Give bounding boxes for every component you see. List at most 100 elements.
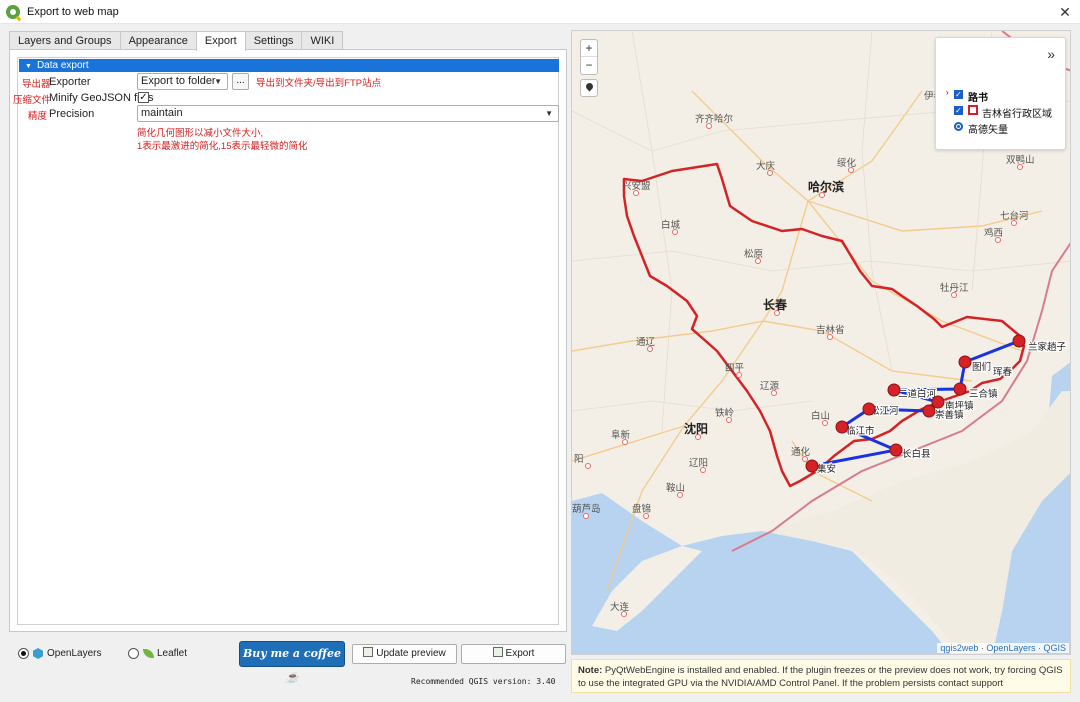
exporter-value: Export to folder: [141, 75, 216, 87]
data-export-group[interactable]: ▼ Data export: [19, 59, 559, 72]
collapse-icon[interactable]: »: [1047, 46, 1055, 62]
route-stop-marker: [1012, 334, 1026, 348]
tab-settings[interactable]: Settings: [244, 31, 303, 50]
precision-hint-line1: 简化几何图形以减小文件大小,: [137, 128, 264, 139]
tab-layers-and-groups[interactable]: Layers and Groups: [9, 31, 121, 50]
city-label: 鸡西: [984, 227, 1003, 239]
layer-jilin-label: 吉林省行政区域: [982, 109, 1052, 120]
attribution-separator: ·: [1037, 643, 1041, 653]
route-stop-marker: [805, 459, 819, 473]
city-label: 大连: [610, 601, 630, 613]
city-label: 葫芦岛: [572, 503, 601, 515]
city-dot: [585, 463, 591, 469]
buy-me-a-coffee-button[interactable]: Buy me a coffee ☕: [239, 641, 345, 684]
export-icon: [492, 647, 503, 657]
recommended-version: Recommended QGIS version: 3.40: [411, 677, 556, 686]
route-stop-label: 三合镇: [969, 388, 998, 400]
attribution-qgis2web[interactable]: qgis2web: [940, 643, 978, 653]
city-label: 兴安盟: [622, 180, 651, 192]
route-stop-label: 集安: [817, 463, 836, 475]
route-stop-label: 图们: [972, 361, 991, 373]
route-stop-marker: [922, 404, 936, 418]
zoom-control: + −: [580, 39, 598, 75]
update-preview-button[interactable]: Update preview: [352, 644, 457, 664]
precision-zh-label: 精度: [28, 111, 48, 122]
precision-label: Precision: [49, 108, 95, 120]
route-stop-marker: [862, 402, 876, 416]
exporter-dropdown[interactable]: Export to folder ▼: [137, 73, 228, 90]
layer-roadbook-checkbox[interactable]: ✓: [954, 90, 963, 99]
precision-hint-line2: 1表示最激进的简化,15表示最轻微的简化: [137, 141, 308, 152]
zoom-out-button[interactable]: −: [581, 57, 597, 74]
attribution-qgis[interactable]: QGIS: [1043, 643, 1066, 653]
layer-roadbook-label: 路书: [968, 93, 988, 104]
location-pin-icon: [584, 81, 595, 92]
city-label: 吉林省: [816, 324, 845, 336]
layer-jilin-checkbox[interactable]: ✓: [954, 106, 963, 115]
group-title: Data export: [36, 60, 89, 71]
precision-value: maintain: [141, 107, 183, 119]
export-label: Export: [505, 648, 535, 659]
city-label: 哈尔滨: [808, 179, 844, 194]
update-preview-label: Update preview: [376, 648, 446, 659]
minify-checkbox[interactable]: ✓: [138, 92, 149, 103]
city-label: 绥化: [837, 157, 857, 169]
route-stop-marker: [953, 382, 967, 396]
zoom-in-button[interactable]: +: [581, 40, 597, 57]
settings-tree: ▼ Data export 导出器 Exporter Export to fold…: [13, 57, 559, 625]
precision-dropdown[interactable]: maintain ▼: [137, 105, 559, 122]
city-label: 白山: [811, 410, 830, 422]
city-label: 长春: [763, 297, 788, 312]
exporter-hint: 导出到文件夹/导出到FTP站点: [256, 78, 382, 89]
minify-zh-label: 压缩文件: [13, 95, 52, 106]
city-label: 松原: [744, 248, 763, 260]
city-label: 白城: [661, 219, 681, 231]
route-stop-label: 临江市: [846, 425, 875, 437]
layer-gaode-radio[interactable]: [954, 122, 963, 131]
openlayers-radio[interactable]: [18, 648, 29, 659]
exporter-zh-label: 导出器: [22, 79, 51, 90]
city-label: 通辽: [636, 336, 656, 348]
route-stop-label: 珲春: [993, 366, 1013, 378]
layer-jilin-swatch: [968, 105, 978, 115]
expand-chevron-icon[interactable]: ›: [946, 88, 949, 97]
map-attribution: qgis2web · OpenLayers · QGIS: [937, 643, 1069, 653]
tab-wiki[interactable]: WIKI: [301, 31, 344, 50]
geolocate-button[interactable]: [580, 79, 598, 97]
leaflet-icon: [143, 649, 154, 658]
note-text: PyQtWebEngine is installed and enabled. …: [578, 665, 1063, 689]
route-stop-label: 长白县: [902, 448, 931, 460]
tab-export[interactable]: Export: [195, 31, 246, 51]
city-label: 辽阳: [689, 457, 708, 469]
collapse-triangle-icon: ▼: [25, 63, 32, 70]
leaflet-radio[interactable]: [128, 648, 139, 659]
route-stop-label: 崇善镇: [935, 409, 964, 421]
tab-appearance[interactable]: Appearance: [119, 31, 197, 50]
export-tab-panel: ▼ Data export 导出器 Exporter Export to fold…: [9, 49, 567, 632]
route-stop-marker: [889, 443, 903, 457]
exporter-label: Exporter: [49, 76, 91, 88]
city-label: 鞍山: [666, 482, 685, 494]
route-stop-marker: [958, 355, 972, 369]
preview-icon: [363, 647, 374, 657]
export-button[interactable]: Export: [461, 644, 566, 664]
chevron-down-icon: ▼: [214, 77, 222, 86]
attribution-separator: ·: [980, 643, 984, 653]
chevron-down-icon: ▼: [545, 109, 553, 118]
route-stop-marker: [835, 420, 849, 434]
route-stop-marker: [931, 395, 945, 409]
city-label: 铁岭: [715, 407, 735, 419]
title-bar: Export to web map ✕: [0, 0, 1080, 24]
tab-bar: Layers and Groups Appearance Export Sett…: [9, 31, 344, 51]
attribution-openlayers[interactable]: OpenLayers: [986, 643, 1035, 653]
city-label: 双鸭山: [1006, 154, 1035, 166]
qgis-icon: [6, 4, 20, 19]
route-stop-label: 二道白河: [898, 388, 937, 400]
close-button[interactable]: ✕: [1056, 3, 1074, 21]
map-preview[interactable]: 伊春 齐齐哈尔 绥化 大庆 哈尔滨 双鸭山 兴安盟 七台河 白城 鸡西 松原 牡丹江 长春 吉林省 通辽 四平…: [571, 30, 1071, 655]
openlayers-label: OpenLayers: [47, 648, 102, 659]
layer-gaode-label: 高德矢量: [968, 125, 1008, 136]
browse-button[interactable]: ...: [232, 73, 249, 90]
city-label: 七台河: [1000, 210, 1029, 222]
note-bold-label: Note:: [578, 665, 603, 676]
